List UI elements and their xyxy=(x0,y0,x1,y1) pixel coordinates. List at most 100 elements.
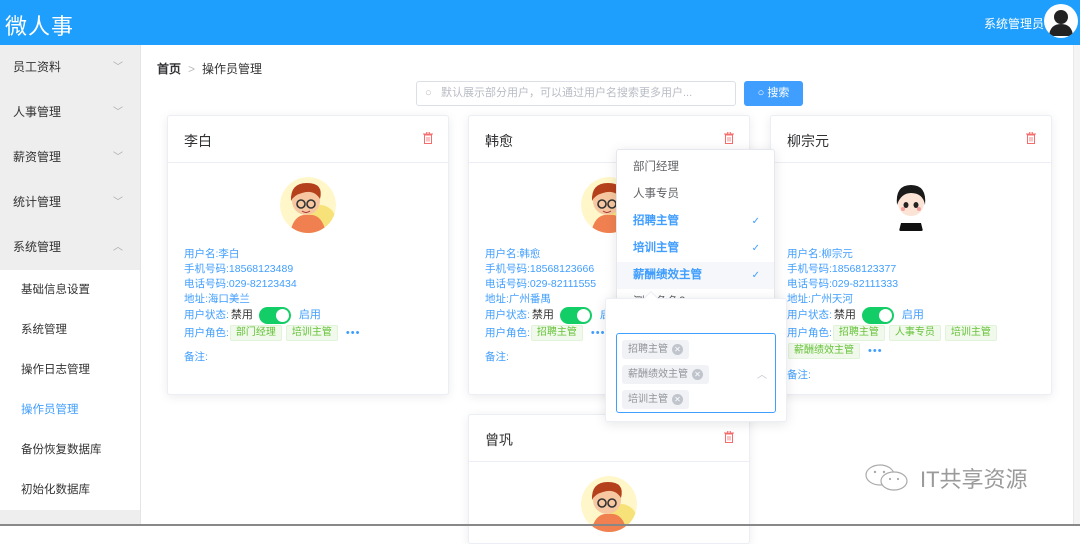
close-icon[interactable]: ✕ xyxy=(672,344,683,355)
role-edit-popover: 招聘主管✕ 薪酬绩效主管✕ 培训主管✕ ︿ xyxy=(605,298,787,422)
more-roles-button[interactable]: ••• xyxy=(346,326,361,341)
trash-icon[interactable] xyxy=(1026,132,1036,144)
telephone-value: 029-82111333 xyxy=(832,278,898,290)
app-title: 微人事 xyxy=(5,9,74,41)
user-info: 用户名:李白 手机号码:18568123489 电话号码:029-8212343… xyxy=(184,247,432,365)
label: 地址: xyxy=(787,293,811,305)
sidebar-item-operation-log[interactable]: 操作日志管理 xyxy=(0,350,140,390)
search-icon: ○ xyxy=(758,87,768,99)
option-label: 培训主管 xyxy=(633,242,679,254)
status-toggle[interactable] xyxy=(560,307,592,324)
label: 用户状态: xyxy=(485,308,530,323)
toggle-knob xyxy=(879,309,892,322)
label: 用户角色: xyxy=(787,326,832,341)
sidebar-menu-salary[interactable]: 薪资管理 ﹀ xyxy=(0,135,140,180)
user-silhouette-icon xyxy=(1044,4,1078,38)
system-submenu: 基础信息设置 系统管理 操作日志管理 操作员管理 备份恢复数据库 初始化数据库 xyxy=(0,270,140,510)
page-scrollbar[interactable] xyxy=(1073,45,1080,526)
user-avatar[interactable] xyxy=(1044,4,1078,38)
label: 备注: xyxy=(485,351,509,363)
sidebar-item-backup-restore[interactable]: 备份恢复数据库 xyxy=(0,430,140,470)
card-title: 柳宗元 xyxy=(787,131,829,151)
username-value: 柳宗元 xyxy=(821,248,853,260)
address-value: 海口美兰 xyxy=(208,293,250,305)
role-tag: 培训主管 xyxy=(945,325,997,341)
status-off-label: 禁用 xyxy=(231,308,253,323)
username-row: 用户名:柳宗元 xyxy=(787,247,1035,262)
user-name[interactable]: 系统管理员 xyxy=(984,15,1044,32)
menu-label: 薪资管理 xyxy=(13,150,61,164)
close-icon[interactable]: ✕ xyxy=(692,369,703,380)
more-roles-button[interactable]: ••• xyxy=(868,344,883,359)
phone-value: 18568123489 xyxy=(229,263,293,275)
role-multi-select[interactable]: 招聘主管✕ 薪酬绩效主管✕ 培训主管✕ ︿ xyxy=(616,333,776,413)
close-icon[interactable]: ✕ xyxy=(672,394,683,405)
label: 用户名: xyxy=(485,248,519,260)
sidebar-item-system-manage[interactable]: 系统管理 xyxy=(0,310,140,350)
top-header: 微人事 系统管理员 xyxy=(0,0,1080,45)
menu-label: 系统管理 xyxy=(13,240,61,254)
card-header: 柳宗元 xyxy=(771,116,1051,163)
breadcrumb-home[interactable]: 首页 xyxy=(157,62,181,76)
address-row: 地址:海口美兰 xyxy=(184,292,432,307)
user-avatar-image xyxy=(280,177,336,233)
role-tag: 培训主管 xyxy=(286,325,338,341)
address-value: 广州番禺 xyxy=(509,293,551,305)
more-roles-button[interactable]: ••• xyxy=(591,326,606,341)
search-icon: ○ xyxy=(425,82,432,105)
status-toggle[interactable] xyxy=(862,307,894,324)
label: 用户状态: xyxy=(184,308,229,323)
role-option[interactable]: 薪酬绩效主管✓ xyxy=(617,262,774,289)
search-button[interactable]: ○ 搜索 xyxy=(744,81,803,106)
role-option[interactable]: 招聘主管✓ xyxy=(617,208,774,235)
card-title: 李白 xyxy=(184,131,212,151)
sidebar-menu-system[interactable]: 系统管理 ︿ xyxy=(0,225,140,270)
check-icon: ✓ xyxy=(752,262,760,289)
breadcrumb-separator-icon: > xyxy=(188,62,195,76)
sidebar-item-operator-manage[interactable]: 操作员管理 xyxy=(0,390,140,430)
label: 手机号码: xyxy=(184,263,229,275)
telephone-value: 029-82123434 xyxy=(229,278,297,290)
remark-row: 备注: xyxy=(787,368,1035,383)
trash-icon[interactable] xyxy=(423,132,433,144)
trash-icon[interactable] xyxy=(724,431,734,443)
roles-row: 用户角色:招聘主管人事专员培训主管薪酬绩效主管••• xyxy=(787,324,1035,360)
chevron-down-icon: ﹀ xyxy=(113,135,123,180)
trash-icon[interactable] xyxy=(724,132,734,144)
label: 电话号码: xyxy=(485,278,530,290)
search-input[interactable]: ○ 默认展示部分用户，可以通过用户名搜索更多用户... xyxy=(416,81,736,106)
card-body: 用户名:柳宗元 手机号码:18568123377 电话号码:029-821113… xyxy=(771,163,1051,383)
label: 地址: xyxy=(184,293,208,305)
status-on-label: 启用 xyxy=(299,308,321,323)
selected-role-tag: 招聘主管✕ xyxy=(622,340,689,359)
role-option[interactable]: 培训主管✓ xyxy=(617,235,774,262)
role-option[interactable]: 部门经理 xyxy=(617,154,774,181)
roles-row: 用户角色:部门经理培训主管••• xyxy=(184,324,432,342)
sidebar-menu-statistics[interactable]: 统计管理 ﹀ xyxy=(0,180,140,225)
sidebar-menu-personnel[interactable]: 人事管理 ﹀ xyxy=(0,90,140,135)
watermark-text: IT共享资源 xyxy=(920,462,1028,494)
sidebar-menu-employee[interactable]: 员工资料 ﹀ xyxy=(0,45,140,90)
role-option[interactable]: 人事专员 xyxy=(617,181,774,208)
sidebar-item-init-db[interactable]: 初始化数据库 xyxy=(0,470,140,510)
role-tag: 招聘主管 xyxy=(531,325,583,341)
card-body: 用户名:李白 手机号码:18568123489 电话号码:029-8212343… xyxy=(168,163,448,365)
role-tag: 部门经理 xyxy=(230,325,282,341)
tag-label: 薪酬绩效主管 xyxy=(628,369,688,380)
telephone-row: 电话号码:029-82111333 xyxy=(787,277,1035,292)
chevron-up-icon[interactable]: ︿ xyxy=(757,366,767,381)
username-value: 李白 xyxy=(218,248,239,260)
option-label: 人事专员 xyxy=(633,188,679,200)
chevron-down-icon: ﹀ xyxy=(113,90,123,135)
username-value: 韩愈 xyxy=(519,248,540,260)
status-toggle[interactable] xyxy=(259,307,291,324)
operator-card: 柳宗元 用户名:柳宗元 手机号码:18568123377 电话号码:029-82… xyxy=(770,115,1052,395)
main-content: 首页>操作员管理 ○ 默认展示部分用户，可以通过用户名搜索更多用户... ○ 搜… xyxy=(141,45,1080,526)
label: 手机号码: xyxy=(787,263,832,275)
option-label: 部门经理 xyxy=(633,161,679,173)
status-on-label: 启用 xyxy=(902,308,924,323)
card-body xyxy=(469,462,749,532)
sidebar-item-basic-settings[interactable]: 基础信息设置 xyxy=(0,270,140,310)
chevron-down-icon: ﹀ xyxy=(113,45,123,90)
operator-card: 李白 用户名:李白 手机号码:18568123489 电话号码:029-8212… xyxy=(167,115,449,395)
